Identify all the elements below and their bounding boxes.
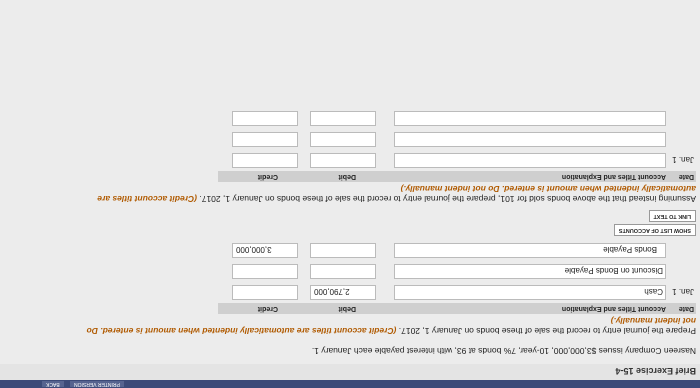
account-input[interactable] <box>394 132 666 147</box>
part1-note-cont: not indent manually.) <box>610 316 696 326</box>
credit-input[interactable] <box>232 153 298 168</box>
part2-row-1: Jan. 1 <box>218 150 696 169</box>
part1-table-header: Date Account Titles and Explanation Debi… <box>218 303 696 314</box>
debit-input[interactable] <box>310 264 376 279</box>
printer-version-button[interactable]: PRINTER VERSION <box>70 381 124 387</box>
debit-input[interactable] <box>310 132 376 147</box>
debit-input[interactable] <box>310 111 376 126</box>
account-input[interactable] <box>394 153 666 168</box>
credit-input[interactable] <box>232 285 298 300</box>
credit-input[interactable] <box>232 111 298 126</box>
top-bar: PRINTER VERSION BACK <box>0 380 700 388</box>
back-button[interactable]: BACK <box>42 381 64 387</box>
debit-input[interactable] <box>310 243 376 258</box>
part2-table-header: Date Account Titles and Explanation Debi… <box>218 171 696 182</box>
credit-input[interactable] <box>232 132 298 147</box>
credit-input[interactable] <box>232 264 298 279</box>
link-to-text-button[interactable]: LINK TO TEXT <box>648 210 696 222</box>
show-list-of-accounts-button[interactable]: SHOW LIST OF ACCOUNTS <box>613 224 696 236</box>
credit-input[interactable]: 3,000,000 <box>232 243 298 258</box>
part2-row-3 <box>218 108 696 127</box>
question-panel: Nasreen Company issues $3,000,000, 10-ye… <box>0 0 700 364</box>
account-input[interactable] <box>394 111 666 126</box>
intro-text: Nasreen Company issues $3,000,000, 10-ye… <box>311 346 696 356</box>
account-input[interactable]: Discount on Bonds Payable <box>394 264 666 279</box>
part1-row-2: Discount on Bonds Payable <box>218 261 696 280</box>
account-input[interactable]: Cash <box>394 285 666 300</box>
part1-row-3: Bonds Payable 3,000,000 <box>218 240 696 259</box>
debit-input[interactable] <box>310 153 376 168</box>
part2-row-2 <box>218 129 696 148</box>
part2-instruction: Assuming instead that the above bonds so… <box>97 194 696 204</box>
screen-rotated: PRINTER VERSION BACK Brief Exercise 15-4… <box>0 0 700 388</box>
part2-note-cont: automatically indented when amount is en… <box>400 184 696 194</box>
account-input[interactable]: Bonds Payable <box>394 243 666 258</box>
part1-row-1: Jan. 1 Cash 2,790,000 <box>218 282 696 301</box>
part1-instruction: Prepare the journal entry to record the … <box>86 326 696 336</box>
debit-input[interactable]: 2,790,000 <box>310 285 376 300</box>
exercise-title: Brief Exercise 15-4 <box>615 366 696 376</box>
